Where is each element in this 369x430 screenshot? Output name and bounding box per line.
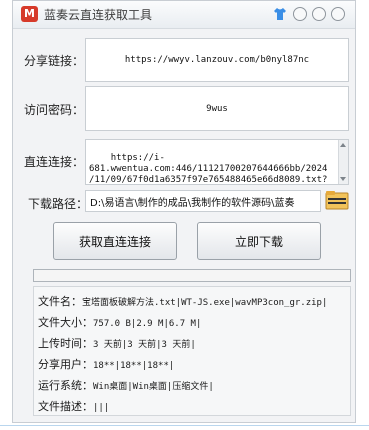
direct-link-textarea[interactable]: https://i- 681.wwentua.com:446/111217002… — [85, 139, 349, 185]
info-desc-value: ||| — [93, 403, 110, 413]
info-os-value: Win桌面|Win桌面|压缩文件| — [93, 382, 214, 392]
info-share-user: 分享用户：18**|18**|18**| — [38, 356, 174, 372]
info-os-key: 运行系统： — [38, 379, 93, 392]
share-link-label: 分享链接： — [24, 54, 85, 68]
window-title: 蓝奏云直连获取工具 — [44, 8, 153, 22]
get-direct-link-button[interactable]: 获取直连连接 — [53, 222, 177, 260]
download-progress-bar — [33, 269, 351, 282]
folder-browse-icon[interactable] — [325, 189, 349, 211]
app-logo-icon: M — [21, 6, 38, 22]
info-filename-key: 文件名： — [38, 295, 82, 308]
minimize-button[interactable] — [293, 7, 307, 21]
password-label: 访问密码： — [24, 103, 85, 117]
info-upload-time-value: 3 天前|3 天前|3 天前| — [93, 340, 196, 350]
info-upload-time-key: 上传时间： — [38, 337, 93, 350]
direct-link-scrollbar[interactable] — [338, 140, 348, 184]
info-share-user-value: 18**|18**|18**| — [93, 361, 175, 371]
info-desc: 文件描述：||| — [38, 398, 109, 414]
info-filename-value: 宝塔面板破解方法.txt|WT-JS.exe|wavMP3con_gr.zip| — [82, 298, 328, 308]
maximize-button[interactable] — [312, 7, 326, 21]
share-link-input[interactable]: https://wwyv.lanzouv.com/b0nyl87nc — [85, 38, 349, 82]
direct-link-text: https://i- 681.wwentua.com:446/111217002… — [89, 153, 328, 185]
bottom-divider — [0, 425, 369, 426]
info-desc-key: 文件描述： — [38, 400, 93, 413]
scroll-up-arrow-icon[interactable] — [340, 143, 346, 147]
download-path-input[interactable]: D:\易语言\制作的成品\我制作的软件源码\蓝奏 — [85, 190, 321, 212]
app-window: M 蓝奏云直连获取工具 分享链接： https://wwyv.lanzouv.c… — [12, 0, 356, 423]
info-share-user-key: 分享用户： — [38, 358, 93, 371]
file-info-panel: 文件名：宝塔面板破解方法.txt|WT-JS.exe|wavMP3con_gr.… — [33, 286, 351, 416]
close-button[interactable] — [331, 7, 345, 21]
scroll-down-arrow-icon[interactable] — [340, 177, 346, 181]
info-os: 运行系统：Win桌面|Win桌面|压缩文件| — [38, 377, 214, 393]
skin-theme-icon[interactable] — [273, 7, 287, 21]
info-filesize-key: 文件大小： — [38, 316, 93, 329]
info-filename: 文件名：宝塔面板破解方法.txt|WT-JS.exe|wavMP3con_gr.… — [38, 293, 327, 309]
password-input[interactable]: 9wus — [85, 86, 349, 131]
title-bar[interactable]: M 蓝奏云直连获取工具 — [13, 1, 355, 29]
info-filesize-value: 757.0 B|2.9 M|6.7 M| — [93, 319, 202, 329]
info-upload-time: 上传时间：3 天前|3 天前|3 天前| — [38, 335, 196, 351]
download-path-label: 下载路径： — [28, 197, 89, 211]
download-now-button[interactable]: 立即下载 — [197, 222, 321, 260]
direct-link-label: 直连连接： — [24, 155, 85, 169]
info-filesize: 文件大小：757.0 B|2.9 M|6.7 M| — [38, 314, 201, 330]
